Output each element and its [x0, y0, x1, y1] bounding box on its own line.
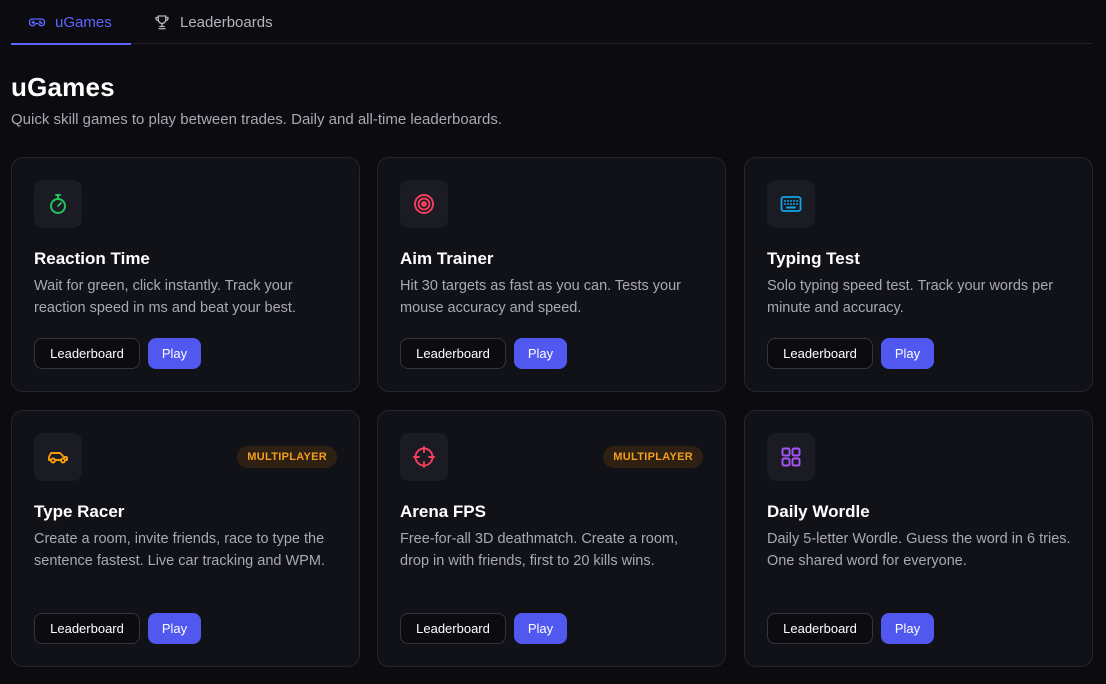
- stopwatch-icon: [34, 180, 82, 228]
- game-description: Hit 30 targets as fast as you can. Tests…: [400, 278, 682, 316]
- tab-ugames[interactable]: uGames: [11, 0, 131, 45]
- leaderboard-button[interactable]: Leaderboard: [400, 613, 506, 644]
- keyboard-icon: [767, 180, 815, 228]
- game-card-daily-wordle: Daily Wordle Daily 5-letter Wordle. Gues…: [744, 410, 1093, 667]
- game-title: Type Racer: [34, 502, 125, 521]
- tab-ugames-label: uGames: [55, 13, 112, 31]
- tab-bar: uGames Leaderboards: [11, 0, 1092, 45]
- play-button[interactable]: Play: [514, 613, 567, 644]
- car-icon: [34, 433, 82, 481]
- game-title: Arena FPS: [400, 502, 486, 521]
- game-description: Create a room, invite friends, race to t…: [34, 531, 325, 569]
- play-button[interactable]: Play: [514, 338, 567, 369]
- trophy-icon: [153, 13, 171, 31]
- tab-leaderboards[interactable]: Leaderboards: [153, 0, 273, 44]
- game-description: Free-for-all 3D deathmatch. Create a roo…: [400, 531, 679, 569]
- game-card-arena-fps: MULTIPLAYER Arena FPS Free-for-all 3D de…: [377, 410, 726, 667]
- play-button[interactable]: Play: [881, 613, 934, 644]
- game-title: Reaction Time: [34, 249, 150, 268]
- tab-leaderboards-label: Leaderboards: [180, 13, 273, 31]
- game-description: Daily 5-letter Wordle. Guess the word in…: [767, 531, 1071, 569]
- grid-icon: [767, 433, 815, 481]
- game-title: Aim Trainer: [400, 249, 494, 268]
- game-card-reaction-time: Reaction Time Wait for green, click inst…: [11, 157, 360, 392]
- game-title: Daily Wordle: [767, 502, 870, 521]
- gamepad-icon: [28, 13, 46, 31]
- leaderboard-button[interactable]: Leaderboard: [400, 338, 506, 369]
- crosshair-icon: [400, 433, 448, 481]
- leaderboard-button[interactable]: Leaderboard: [34, 613, 140, 644]
- multiplayer-badge: MULTIPLAYER: [603, 446, 703, 468]
- game-card-typing-test: Typing Test Solo typing speed test. Trac…: [744, 157, 1093, 392]
- play-button[interactable]: Play: [148, 613, 201, 644]
- game-card-type-racer: MULTIPLAYER Type Racer Create a room, in…: [11, 410, 360, 667]
- page-subtitle: Quick skill games to play between trades…: [11, 111, 503, 128]
- target-icon: [400, 180, 448, 228]
- play-button[interactable]: Play: [881, 338, 934, 369]
- leaderboard-button[interactable]: Leaderboard: [34, 338, 140, 369]
- leaderboard-button[interactable]: Leaderboard: [767, 338, 873, 369]
- page-title: uGames: [11, 72, 115, 102]
- multiplayer-badge: MULTIPLAYER: [237, 446, 337, 468]
- game-description: Solo typing speed test. Track your words…: [767, 278, 1054, 316]
- game-card-aim-trainer: Aim Trainer Hit 30 targets as fast as yo…: [377, 157, 726, 392]
- play-button[interactable]: Play: [148, 338, 201, 369]
- game-description: Wait for green, click instantly. Track y…: [34, 278, 296, 316]
- game-title: Typing Test: [767, 249, 860, 268]
- leaderboard-button[interactable]: Leaderboard: [767, 613, 873, 644]
